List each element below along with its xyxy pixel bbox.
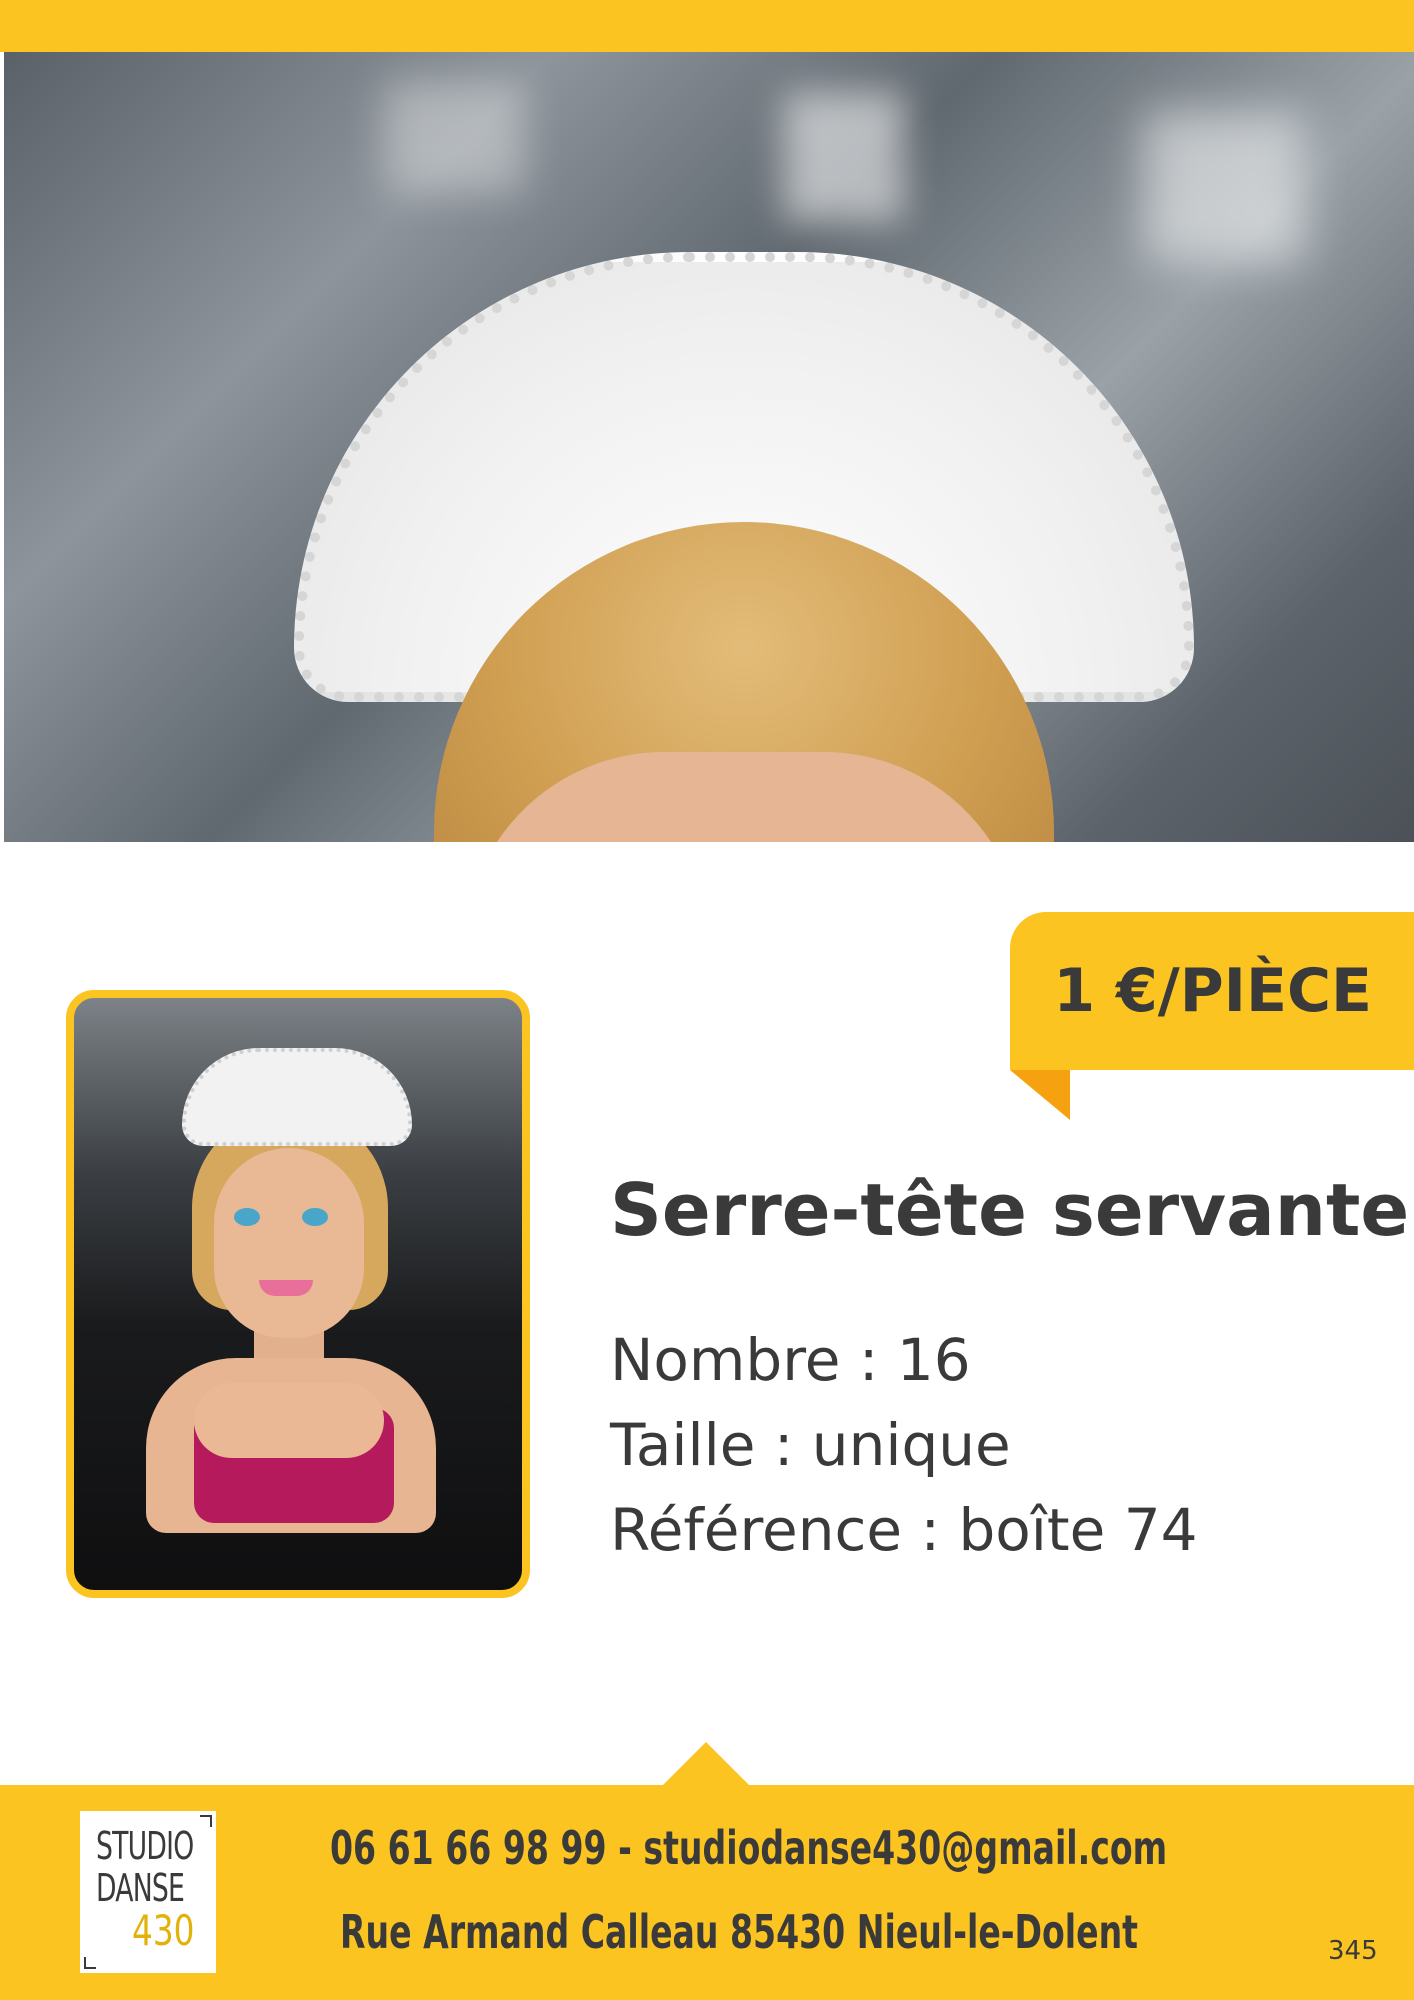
thumb-eye: [302, 1208, 328, 1226]
logo-corner: [84, 1957, 96, 1969]
thumb-face: [214, 1148, 364, 1338]
detail-size: Taille : unique: [610, 1411, 1011, 1479]
thumb-hands: [194, 1383, 384, 1458]
logo-line-danse: DANSE: [96, 1866, 185, 1910]
address: Rue Armand Calleau 85430 Nieul-le-Dolent: [340, 1905, 1139, 1959]
floor-reflection: [784, 92, 904, 222]
logo-line-number: 430: [132, 1906, 195, 1955]
page-number: 345: [1328, 1936, 1378, 1966]
price-badge: 1 €/PIÈCE: [1010, 912, 1414, 1070]
product-title: Serre-tête servante: [610, 1168, 1410, 1252]
thumb-lips: [259, 1280, 313, 1296]
footer: STUDIO DANSE 430 06 61 66 98 99 - studio…: [0, 1785, 1414, 2000]
thumb-headband: [182, 1048, 412, 1146]
detail-quantity: Nombre : 16: [610, 1326, 971, 1394]
studio-logo: STUDIO DANSE 430: [80, 1811, 216, 1973]
contact-info: 06 61 66 98 99 - studiodanse430@gmail.co…: [330, 1821, 1168, 1875]
price-label: 1 €/PIÈCE: [1053, 956, 1372, 1026]
detail-reference: Référence : boîte 74: [610, 1496, 1198, 1564]
hero-photo: [4, 52, 1414, 842]
product-thumbnail-photo: [66, 990, 530, 1598]
floor-reflection: [1144, 112, 1304, 262]
price-badge-tail: [1010, 1070, 1070, 1120]
logo-line-studio: STUDIO: [96, 1824, 194, 1868]
footer-notch: [662, 1742, 750, 1786]
product-details: Nombre : 16 Taille : unique Référence : …: [610, 1318, 1198, 1573]
thumb-eye: [234, 1208, 260, 1226]
floor-reflection: [384, 82, 524, 192]
top-accent-bar: [0, 0, 1414, 52]
logo-corner: [200, 1815, 212, 1827]
